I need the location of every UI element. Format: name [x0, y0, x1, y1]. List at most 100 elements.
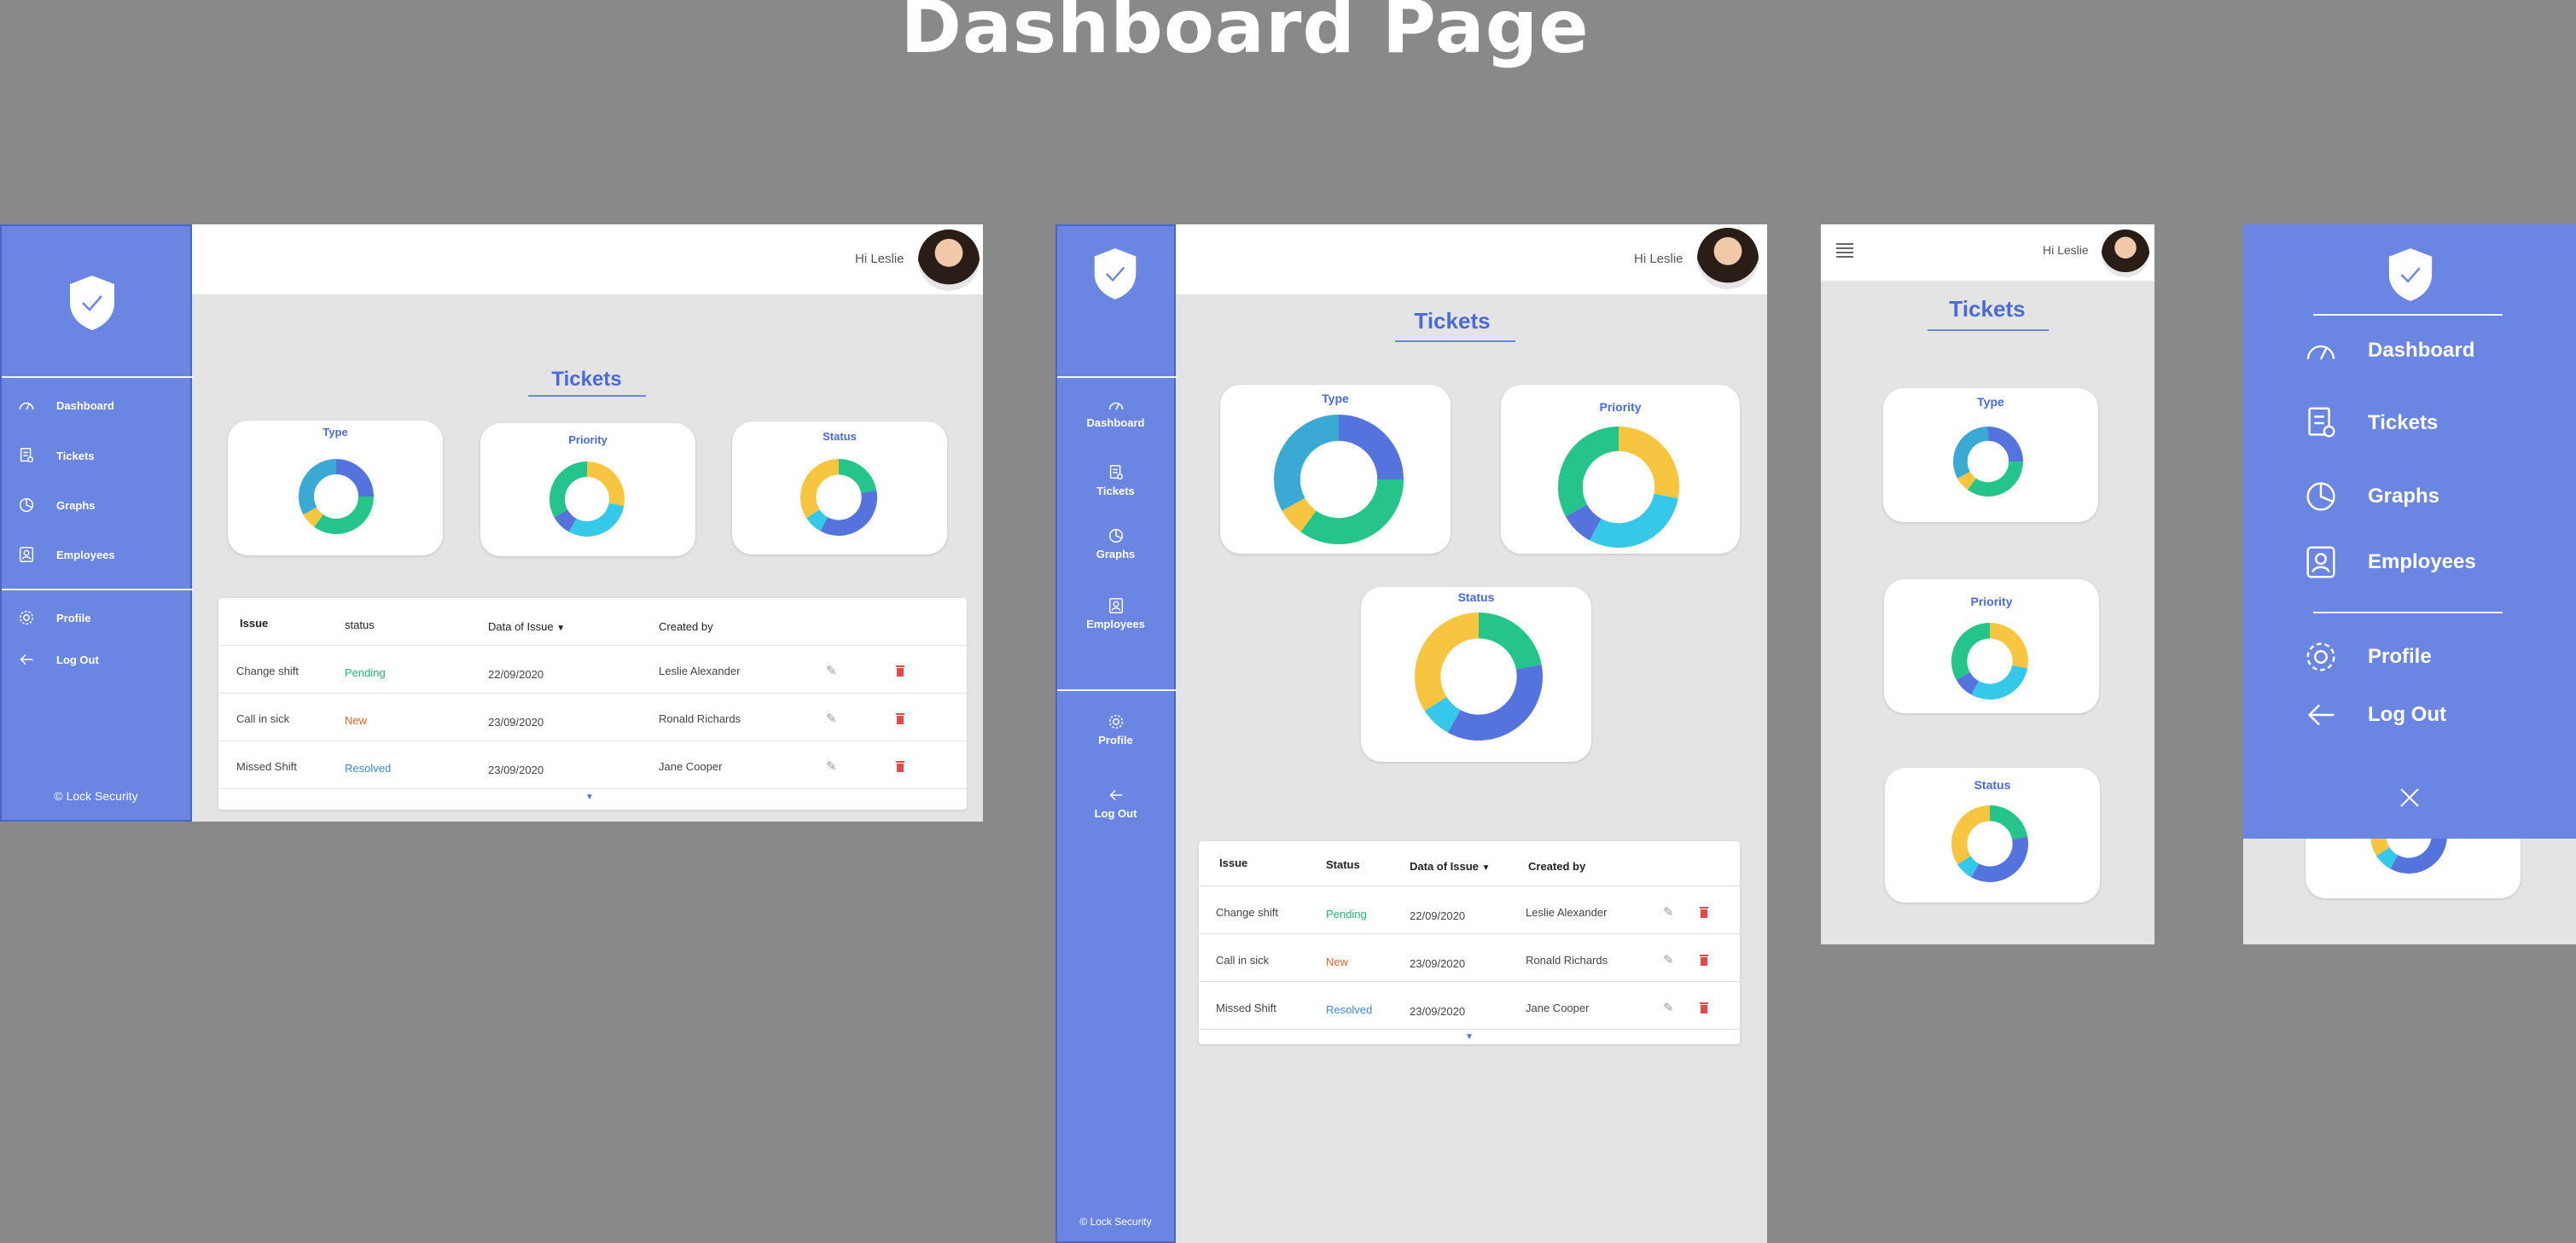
- nav-label: Profile: [1098, 734, 1133, 746]
- priority-donut-chart: [550, 462, 625, 537]
- dashboard-gauge-icon: [1108, 402, 1123, 410]
- delete-trash-icon[interactable]: [895, 665, 905, 677]
- nav-label: Tickets: [2368, 411, 2439, 434]
- delete-trash-icon[interactable]: [895, 712, 905, 724]
- nav-label: Profile: [56, 611, 91, 624]
- edit-pencil-icon[interactable]: ✎: [1663, 952, 1674, 967]
- nav-item-employees[interactable]: Employees: [2301, 543, 2476, 582]
- donut-segment: [1618, 427, 1679, 499]
- nav-item-graphs[interactable]: Graphs: [2301, 477, 2439, 516]
- nav-label: Tickets: [1096, 485, 1135, 497]
- cell-created-by: Jane Cooper: [1526, 1002, 1590, 1014]
- delete-trash-icon[interactable]: [1699, 1002, 1709, 1014]
- tickets-table: Issue status Data of Issue ▼ Created by …: [218, 598, 967, 810]
- nav-item-tickets[interactable]: Tickets: [1057, 463, 1174, 497]
- nav-label: Graphs: [1096, 548, 1136, 561]
- nav-item-employees[interactable]: Employees: [1057, 596, 1174, 630]
- cell-date: 22/09/2020: [1410, 909, 1466, 922]
- nav-item-graphs[interactable]: Graphs: [17, 496, 96, 514]
- desktop-frame: Dashboard Tickets Graphs Employees Profi…: [0, 224, 983, 822]
- column-header-sortable[interactable]: Data of Issue ▼: [1410, 860, 1490, 873]
- donut-segment: [1951, 805, 1991, 865]
- nav-item-profile[interactable]: Profile: [2301, 637, 2432, 677]
- nav-item-dashboard[interactable]: Dashboard: [2301, 334, 2474, 368]
- edit-pencil-icon[interactable]: ✎: [826, 711, 837, 726]
- tickets-icon: [2308, 407, 2335, 438]
- chart-title: Priority: [568, 433, 608, 446]
- chart-title: Type: [1322, 392, 1349, 405]
- avatar[interactable]: [2102, 229, 2149, 277]
- cell-created-by: Leslie Alexander: [1526, 906, 1608, 919]
- cell-issue: Change shift: [236, 665, 299, 677]
- nav-item-dashboard[interactable]: Dashboard: [1057, 397, 1174, 429]
- shield-logo-icon: [2388, 248, 2433, 301]
- chart-title: Priority: [1970, 595, 2013, 608]
- status-badge: Resolved: [1326, 1003, 1373, 1016]
- avatar[interactable]: [918, 229, 980, 291]
- delete-trash-icon[interactable]: [895, 760, 905, 772]
- delete-trash-icon[interactable]: [1699, 906, 1709, 918]
- nav-item-logout[interactable]: Log Out: [17, 650, 99, 669]
- tickets-table: Issue Status Data of Issue ▼ Created by …: [1199, 841, 1740, 1044]
- donut-segment: [1558, 427, 1619, 517]
- section-title: Tickets: [1414, 308, 1491, 334]
- donut-segment: [806, 508, 829, 531]
- donut-segment: [820, 490, 877, 536]
- status-donut-chart: [1415, 613, 1543, 741]
- cell-issue: Call in sick: [1216, 954, 1270, 967]
- delete-trash-icon[interactable]: [1699, 954, 1709, 966]
- nav-item-tickets[interactable]: Tickets: [17, 446, 95, 465]
- nav-item-dashboard[interactable]: Dashboard: [17, 397, 114, 414]
- nav-label: Log Out: [56, 653, 99, 666]
- type-donut-chart: [1274, 415, 1404, 544]
- column-header: Created by: [1528, 860, 1586, 873]
- pie-chart-icon: [2306, 482, 2335, 511]
- edit-pencil-icon[interactable]: ✎: [1663, 1000, 1674, 1015]
- edit-pencil-icon[interactable]: ✎: [826, 663, 837, 678]
- status-badge: New: [345, 714, 368, 727]
- gear-icon: [19, 610, 34, 625]
- column-header: Issue: [1219, 857, 1248, 869]
- edit-pencil-icon[interactable]: ✎: [1663, 904, 1674, 920]
- donut-segment: [1989, 805, 2028, 840]
- column-header-sortable[interactable]: Data of Issue ▼: [488, 620, 565, 633]
- edit-pencil-icon[interactable]: ✎: [826, 758, 837, 774]
- chart-title: Status: [1974, 778, 2011, 792]
- nav-item-profile[interactable]: Profile: [17, 608, 90, 627]
- chevron-down-icon[interactable]: ▼: [1465, 1032, 1474, 1042]
- donut-segment: [1989, 623, 2028, 669]
- section-title: Tickets: [551, 368, 622, 391]
- nav-label: Tickets: [56, 449, 95, 462]
- nav-item-profile[interactable]: Profile: [1057, 712, 1174, 746]
- copyright: © Lock Security: [1079, 1216, 1152, 1228]
- chevron-down-icon[interactable]: ▼: [585, 793, 594, 802]
- cell-date: 23/09/2020: [1410, 957, 1466, 970]
- close-icon[interactable]: [2398, 786, 2422, 810]
- cell-date: 23/09/2020: [1410, 1005, 1466, 1018]
- cell-issue: Missed Shift: [236, 760, 297, 773]
- cell-issue: Call in sick: [236, 712, 290, 725]
- nav-label: Dashboard: [1086, 416, 1145, 429]
- nav-item-employees[interactable]: Employees: [17, 545, 115, 564]
- cell-date: 23/09/2020: [488, 764, 544, 776]
- nav-item-graphs[interactable]: Graphs: [1057, 526, 1174, 561]
- nav-item-logout[interactable]: Log Out: [1057, 786, 1174, 820]
- tickets-icon: [1109, 465, 1123, 480]
- avatar[interactable]: [1697, 228, 1759, 289]
- column-header: Issue: [240, 617, 269, 630]
- donut-segment: [550, 462, 588, 518]
- donut-segment: [335, 459, 374, 497]
- donut-segment: [1957, 855, 1980, 878]
- donut-segment: [554, 509, 577, 532]
- donut-segment: [1274, 415, 1340, 511]
- cell-created-by: Ronald Richards: [659, 712, 741, 725]
- shield-logo-icon: [1094, 248, 1137, 299]
- donut-segment: [838, 459, 877, 494]
- hamburger-menu-icon[interactable]: [1835, 241, 1855, 260]
- nav-item-logout[interactable]: Log Out: [2301, 695, 2446, 735]
- cell-issue: Missed Shift: [1216, 1002, 1276, 1014]
- nav-item-tickets[interactable]: Tickets: [2301, 404, 2438, 443]
- donut-segment: [1971, 836, 2028, 882]
- dashboard-gauge-icon: [2306, 345, 2335, 360]
- arrow-left-icon: [20, 653, 33, 665]
